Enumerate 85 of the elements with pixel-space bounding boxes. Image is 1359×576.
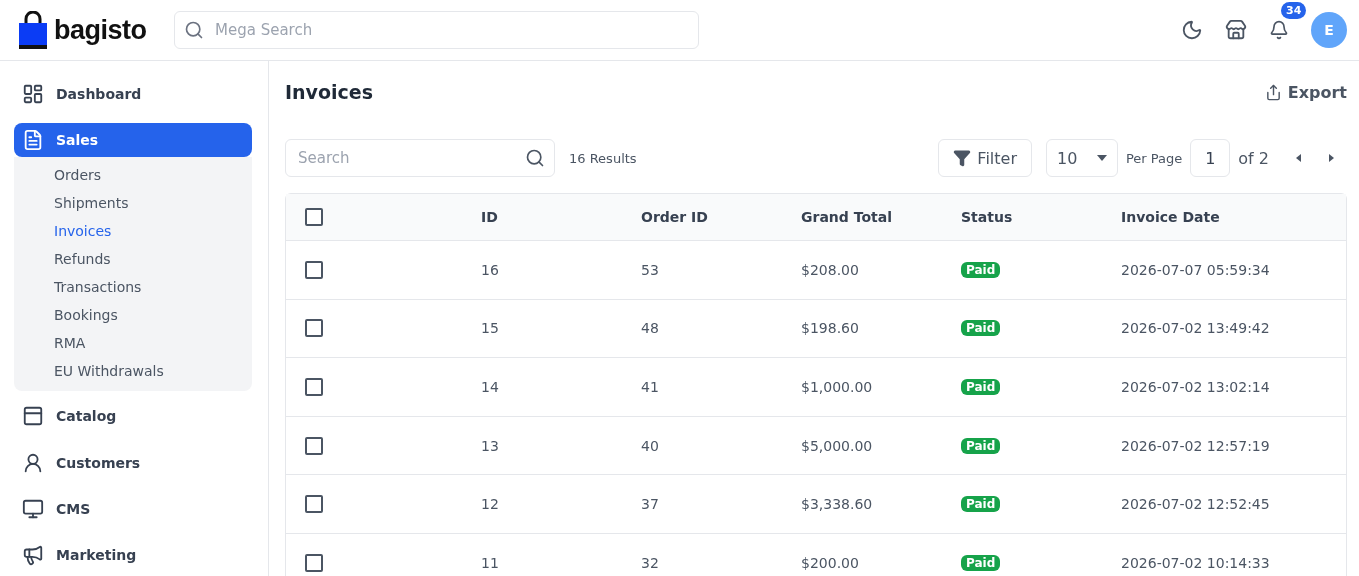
person-icon [22, 451, 44, 474]
export-icon [1264, 83, 1282, 101]
document-icon [22, 129, 44, 152]
table-cell-text: 2026-07-02 13:49:42 [1121, 320, 1271, 337]
submenu-item[interactable]: Orders [54, 161, 252, 190]
column-header: Grand Total [801, 209, 893, 225]
table-cell-text: 32 [641, 554, 660, 571]
table-cell-text: 15 [481, 320, 500, 337]
table-cell-text: 14 [481, 379, 500, 395]
submenu-item[interactable]: EU Withdrawals [54, 357, 252, 386]
search-icon [184, 20, 204, 40]
monitor-icon [22, 497, 44, 520]
table-cell-text: 13 [481, 437, 500, 454]
search-icon [525, 148, 545, 168]
table-cell-text: 2026-07-02 12:57:19 [1121, 437, 1271, 454]
previous-icon[interactable] [1295, 154, 1303, 162]
table-cell-text: $3,338.60 [801, 496, 874, 513]
status-badge: Paid [961, 261, 1001, 278]
notification-badge: 34 [1281, 2, 1307, 19]
checkbox[interactable] [305, 260, 323, 279]
sidebar-item[interactable]: Dashboard [14, 77, 252, 112]
submenu-item[interactable]: Transactions [54, 273, 252, 302]
sidebar-item[interactable]: Customers [14, 445, 252, 480]
checkbox[interactable] [305, 553, 323, 572]
dashboard-icon [22, 83, 44, 106]
table-cell-text: 2026-07-02 10:14:33 [1121, 554, 1271, 571]
checkbox[interactable] [305, 378, 323, 396]
table-cell-text: 37 [641, 496, 660, 513]
page-title: Invoices [285, 81, 373, 103]
per-page-label: Per Page [1126, 150, 1183, 166]
checkbox[interactable] [305, 436, 323, 455]
checkbox[interactable] [305, 495, 323, 514]
column-header: Invoice Date [1121, 209, 1221, 225]
table-cell-text: 40 [641, 437, 660, 454]
moon-icon[interactable] [1181, 19, 1203, 41]
table-cell-text: 2026-07-02 12:52:45 [1121, 496, 1271, 513]
filter-button[interactable]: Filter [938, 139, 1032, 177]
status-badge: Paid [961, 379, 1001, 395]
logo-text: bagisto [54, 14, 147, 46]
table-cell-text: 53 [641, 261, 660, 278]
search-field[interactable]: Mega Search [174, 11, 699, 49]
bag-logo-icon [18, 11, 48, 49]
table-cell-text: $5,000.00 [801, 437, 874, 454]
status-badge: Paid [961, 554, 1001, 571]
table-cell-text: 2026-07-02 13:02:14 [1121, 379, 1271, 395]
status-badge: Paid [961, 320, 1001, 337]
table-cell-text: $208.00 [801, 261, 860, 278]
results-count: 16 Results [569, 150, 637, 166]
column-header: Status [961, 209, 1014, 225]
page-count: of 2 [1238, 148, 1269, 168]
status-badge: Paid [961, 437, 1001, 454]
megaphone-icon [22, 543, 44, 566]
sidebar-item[interactable]: Marketing [14, 537, 252, 573]
submenu-item[interactable]: Shipments [54, 189, 252, 218]
window-icon [22, 405, 44, 428]
export-button[interactable]: Export [1264, 82, 1347, 102]
table-cell-text: 12 [481, 496, 500, 513]
status-badge: Paid [961, 496, 1001, 513]
search-field[interactable]: Search [285, 139, 555, 177]
store-icon[interactable] [1225, 19, 1247, 41]
submenu-item[interactable]: Invoices [54, 217, 252, 246]
submenu-item[interactable]: Refunds [54, 245, 252, 274]
submenu-item[interactable]: RMA [54, 329, 252, 358]
per-page-select[interactable]: 10 [1046, 139, 1118, 177]
sidebar-item[interactable]: Sales [14, 123, 252, 158]
next-icon[interactable] [1327, 154, 1335, 162]
filter-icon [953, 149, 972, 167]
table-cell-text: 2026-07-07 05:59:34 [1121, 261, 1271, 278]
table-cell-text: 11 [481, 554, 500, 571]
sidebar-item[interactable]: Catalog [14, 399, 252, 434]
table-cell-text: $200.00 [801, 554, 860, 571]
checkbox[interactable] [305, 319, 323, 338]
column-header: ID [481, 209, 499, 225]
sidebar-item[interactable]: CMS [14, 491, 252, 526]
table-cell-text: $1,000.00 [801, 379, 874, 395]
table-cell-text: 48 [641, 320, 660, 337]
bell-icon[interactable] [1269, 20, 1289, 40]
column-header: Order ID [641, 209, 709, 225]
table-cell-text: 16 [481, 261, 500, 278]
table-cell-text: 41 [641, 379, 660, 395]
submenu-item[interactable]: Bookings [54, 301, 252, 330]
table-cell-text: $198.60 [801, 320, 860, 337]
page-field[interactable]: 1 [1190, 139, 1231, 177]
checkbox[interactable] [305, 208, 323, 226]
caret-icon [1097, 155, 1107, 161]
